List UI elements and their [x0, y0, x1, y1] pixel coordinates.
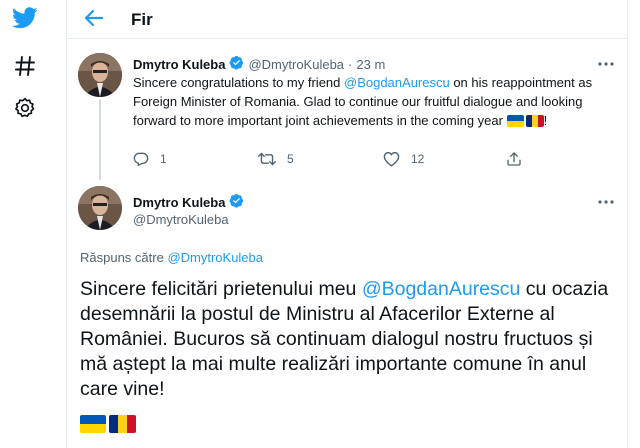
flag-emojis: [506, 115, 544, 127]
share-button[interactable]: [506, 151, 533, 167]
reply-count: 1: [160, 152, 167, 166]
thread-connector-line: [99, 100, 101, 180]
column-divider-left: [66, 0, 67, 448]
tweet-text: Sincere congratulations to my friend @Bo…: [133, 73, 613, 130]
replying-to: Răspuns către @DmytroKuleba: [80, 250, 263, 265]
romania-flag-icon: [109, 415, 136, 433]
retweet-icon: [258, 152, 276, 166]
back-button[interactable]: [81, 5, 107, 31]
retweet-button[interactable]: 5: [258, 151, 294, 167]
tweet-text-part: Sincere felicitări prietenului meu: [80, 278, 362, 300]
tweet-actions: 1 5 12: [133, 151, 533, 167]
page-title: Fir: [131, 10, 153, 29]
heart-icon: [383, 151, 400, 167]
more-dots-icon: [598, 62, 614, 66]
twitter-logo-icon[interactable]: [8, 3, 42, 33]
separator-dot: ·: [348, 56, 353, 72]
tweet-text-part: Sincere congratulations to my friend: [133, 75, 344, 90]
reply-icon: [133, 152, 149, 167]
header-divider: [67, 38, 627, 39]
arrow-left-icon: [84, 9, 104, 27]
share-icon: [507, 152, 521, 166]
retweet-count: 5: [287, 152, 294, 166]
like-count: 12: [411, 152, 425, 166]
author-handle[interactable]: @DmytroKuleba: [133, 212, 229, 227]
left-sidebar: [0, 0, 50, 448]
tweet-text-part: !: [543, 113, 548, 128]
author-name[interactable]: Dmytro Kuleba: [133, 57, 225, 72]
reply-button[interactable]: 1: [133, 151, 167, 167]
tweet-header: Dmytro Kuleba: [133, 193, 248, 211]
romania-flag-icon: [525, 115, 544, 127]
column-divider-right: [627, 0, 628, 448]
tweet-text: Sincere felicitări prietenului meu @Bogd…: [80, 277, 620, 402]
tweet-header: Dmytro Kuleba @DmytroKuleba · 23 m: [133, 55, 385, 73]
author-name[interactable]: Dmytro Kuleba: [133, 195, 225, 210]
avatar[interactable]: [78, 53, 122, 97]
verified-badge-icon: [229, 55, 244, 73]
mention-link[interactable]: @BogdanAurescu: [344, 75, 450, 90]
hashtag-explore-icon[interactable]: [8, 51, 42, 81]
mention-link[interactable]: @BogdanAurescu: [362, 278, 521, 300]
flag-emojis: [80, 415, 136, 433]
more-options-button[interactable]: [596, 195, 616, 209]
like-button[interactable]: 12: [383, 151, 424, 167]
more-options-button[interactable]: [596, 57, 616, 71]
more-dots-icon: [598, 200, 614, 204]
ukraine-flag-icon: [506, 115, 524, 127]
author-handle[interactable]: @DmytroKuleba: [248, 57, 344, 72]
tweet-timestamp[interactable]: 23 m: [356, 57, 385, 72]
ukraine-flag-icon: [80, 415, 106, 433]
replying-to-label: Răspuns către: [80, 250, 168, 265]
replying-to-mention[interactable]: @DmytroKuleba: [167, 250, 263, 265]
verified-badge-icon: [229, 193, 244, 211]
gear-settings-icon[interactable]: [8, 93, 42, 123]
avatar[interactable]: [78, 186, 122, 230]
